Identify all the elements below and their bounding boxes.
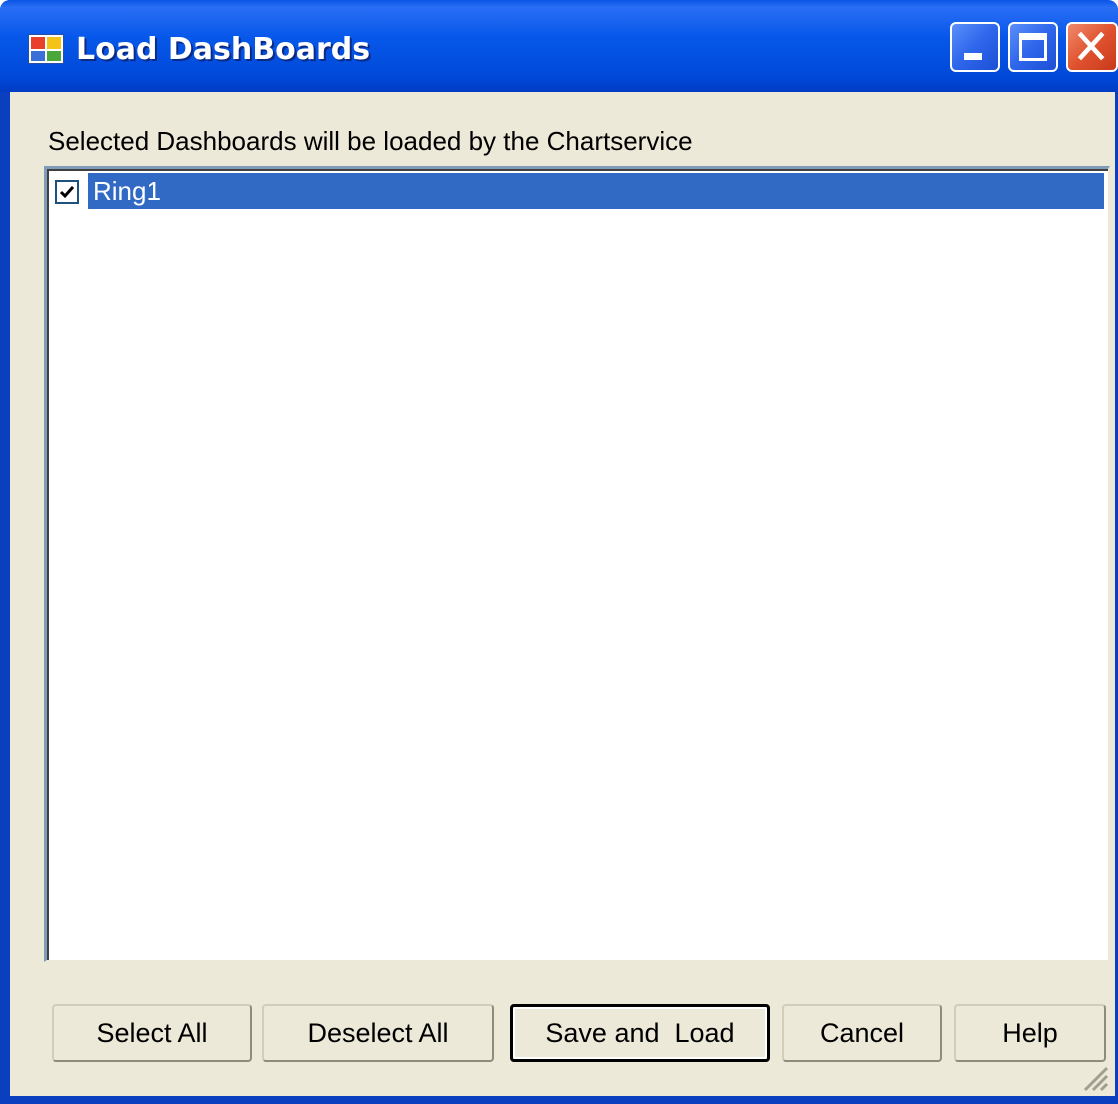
- list-item[interactable]: Ring1: [49, 171, 1104, 209]
- minimize-icon: [964, 53, 982, 60]
- instruction-label: Selected Dashboards will be loaded by th…: [48, 126, 693, 156]
- help-button[interactable]: Help: [954, 1004, 1106, 1062]
- maximize-icon: [1019, 33, 1047, 61]
- select-all-button[interactable]: Select All: [52, 1004, 252, 1062]
- save-and-load-button[interactable]: Save and Load: [510, 1004, 770, 1062]
- dashboard-checked-list[interactable]: Ring1: [44, 166, 1110, 962]
- minimize-button[interactable]: [950, 22, 1000, 72]
- cancel-button[interactable]: Cancel: [782, 1004, 942, 1062]
- item-checkbox[interactable]: [55, 180, 79, 204]
- resize-grip-icon[interactable]: [1077, 1060, 1109, 1092]
- list-item-label: Ring1: [93, 176, 161, 206]
- window-title: Load DashBoards: [76, 32, 371, 67]
- app-window-icon: [28, 34, 64, 64]
- close-icon: [1077, 31, 1105, 61]
- deselect-all-button[interactable]: Deselect All: [262, 1004, 494, 1062]
- selection-highlight: [88, 173, 1104, 209]
- title-bar[interactable]: Load DashBoards: [0, 0, 1118, 92]
- maximize-button[interactable]: [1008, 22, 1058, 72]
- close-button[interactable]: [1066, 22, 1118, 72]
- checkmark-icon: [59, 186, 75, 199]
- load-dashboards-dialog: Load DashBoards Selected Dashboards will…: [0, 0, 1118, 1104]
